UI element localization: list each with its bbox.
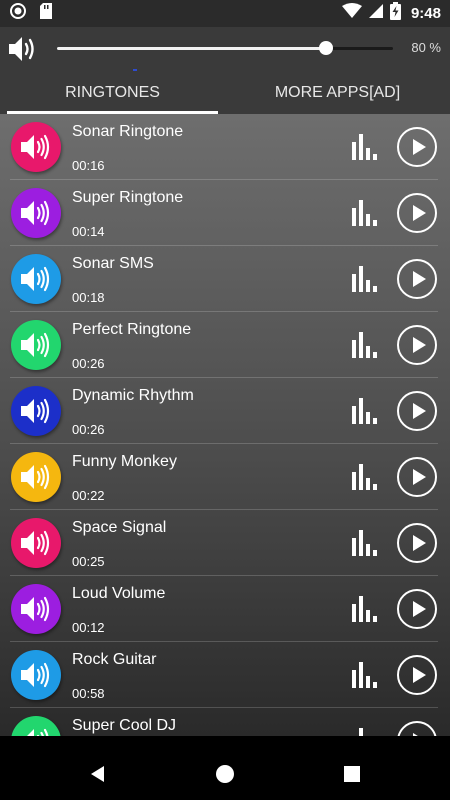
- ringtone-title: Space Signal: [72, 519, 167, 536]
- speaker-icon: [11, 386, 61, 436]
- volume-slider[interactable]: [57, 41, 393, 55]
- play-button[interactable]: [397, 655, 437, 695]
- volume-slider-thumb[interactable]: [318, 41, 333, 55]
- play-button[interactable]: [397, 127, 437, 167]
- indicator-dot: [133, 69, 137, 71]
- navigation-bar: [0, 748, 450, 800]
- play-button[interactable]: [397, 589, 437, 629]
- ringtone-duration: 00:25: [72, 554, 105, 569]
- ringtone-row[interactable]: Super Ringtone 00:14: [0, 180, 450, 246]
- tab-more-apps[interactable]: MORE APPS[AD]: [225, 72, 450, 114]
- equalizer-icon[interactable]: [350, 266, 380, 292]
- play-button[interactable]: [397, 391, 437, 431]
- volume-icon[interactable]: [7, 34, 39, 64]
- ringtone-title: Dynamic Rhythm: [72, 387, 194, 404]
- equalizer-icon[interactable]: [350, 728, 380, 736]
- signal-icon: [368, 3, 384, 24]
- speaker-icon: [11, 122, 61, 172]
- ringtone-duration: 00:14: [72, 224, 105, 239]
- wifi-icon: [341, 3, 362, 24]
- equalizer-icon[interactable]: [350, 464, 380, 490]
- speaker-icon: [11, 584, 61, 634]
- ringtone-row[interactable]: Sonar Ringtone 00:16: [0, 114, 450, 180]
- speaker-icon: [11, 650, 61, 700]
- ringtone-row[interactable]: Funny Monkey 00:22: [0, 444, 450, 510]
- ringtone-title: Perfect Ringtone: [72, 321, 192, 338]
- ringtone-duration: 00:58: [72, 686, 105, 701]
- equalizer-icon[interactable]: [350, 530, 380, 556]
- clock: 9:48: [410, 5, 441, 22]
- sd-card-icon: [39, 2, 53, 25]
- ringtone-row[interactable]: Sonar SMS 00:18: [0, 246, 450, 312]
- ringtone-title: Sonar SMS: [72, 255, 154, 272]
- ringtone-list[interactable]: Sonar Ringtone 00:16 Super Ringtone 00:14 So…: [0, 114, 450, 736]
- ringtone-title: Funny Monkey: [72, 453, 177, 470]
- ringtone-duration: 00:12: [72, 620, 105, 635]
- record-icon: [9, 2, 27, 25]
- home-icon[interactable]: [213, 762, 237, 786]
- ringtone-duration: 00:16: [72, 158, 105, 173]
- ringtone-duration: 00:26: [72, 422, 105, 437]
- speaker-icon: [11, 716, 61, 736]
- ringtone-title: Super Ringtone: [72, 189, 184, 206]
- volume-slider-fill: [57, 47, 326, 50]
- speaker-icon: [11, 188, 61, 238]
- status-bar: 9:48: [0, 0, 450, 27]
- recents-icon[interactable]: [340, 762, 364, 786]
- ringtone-row[interactable]: Rock Guitar 00:58: [0, 642, 450, 708]
- tab-bar: RINGTONES MORE APPS[AD]: [0, 72, 450, 114]
- ringtone-title: Rock Guitar: [72, 651, 157, 668]
- ringtone-row[interactable]: Loud Volume 00:12: [0, 576, 450, 642]
- ringtone-row[interactable]: Perfect Ringtone 00:26: [0, 312, 450, 378]
- volume-percent: 80 %: [411, 40, 441, 55]
- play-button[interactable]: [397, 457, 437, 497]
- equalizer-icon[interactable]: [350, 134, 380, 160]
- equalizer-icon[interactable]: [350, 332, 380, 358]
- equalizer-icon[interactable]: [350, 200, 380, 226]
- speaker-icon: [11, 452, 61, 502]
- ringtone-title: Super Cool DJ: [72, 717, 177, 734]
- ringtone-row[interactable]: Space Signal 00:25: [0, 510, 450, 576]
- ringtone-title: Loud Volume: [72, 585, 166, 602]
- ringtone-duration: 00:26: [72, 356, 105, 371]
- play-button[interactable]: [397, 721, 437, 736]
- ringtone-row[interactable]: Super Cool DJ: [0, 708, 450, 736]
- back-icon[interactable]: [86, 762, 110, 786]
- ringtone-duration: 00:22: [72, 488, 105, 503]
- equalizer-icon[interactable]: [350, 398, 380, 424]
- equalizer-icon[interactable]: [350, 596, 380, 622]
- speaker-icon: [11, 254, 61, 304]
- play-button[interactable]: [397, 523, 437, 563]
- ringtone-duration: 00:18: [72, 290, 105, 305]
- battery-charging-icon: [389, 2, 401, 25]
- speaker-icon: [11, 518, 61, 568]
- play-button[interactable]: [397, 193, 437, 233]
- volume-bar: 80 %: [0, 27, 450, 72]
- play-button[interactable]: [397, 325, 437, 365]
- speaker-icon: [11, 320, 61, 370]
- equalizer-icon[interactable]: [350, 662, 380, 688]
- ringtone-title: Sonar Ringtone: [72, 123, 184, 140]
- ringtone-row[interactable]: Dynamic Rhythm 00:26: [0, 378, 450, 444]
- play-button[interactable]: [397, 259, 437, 299]
- tab-ringtones[interactable]: RINGTONES: [0, 72, 225, 114]
